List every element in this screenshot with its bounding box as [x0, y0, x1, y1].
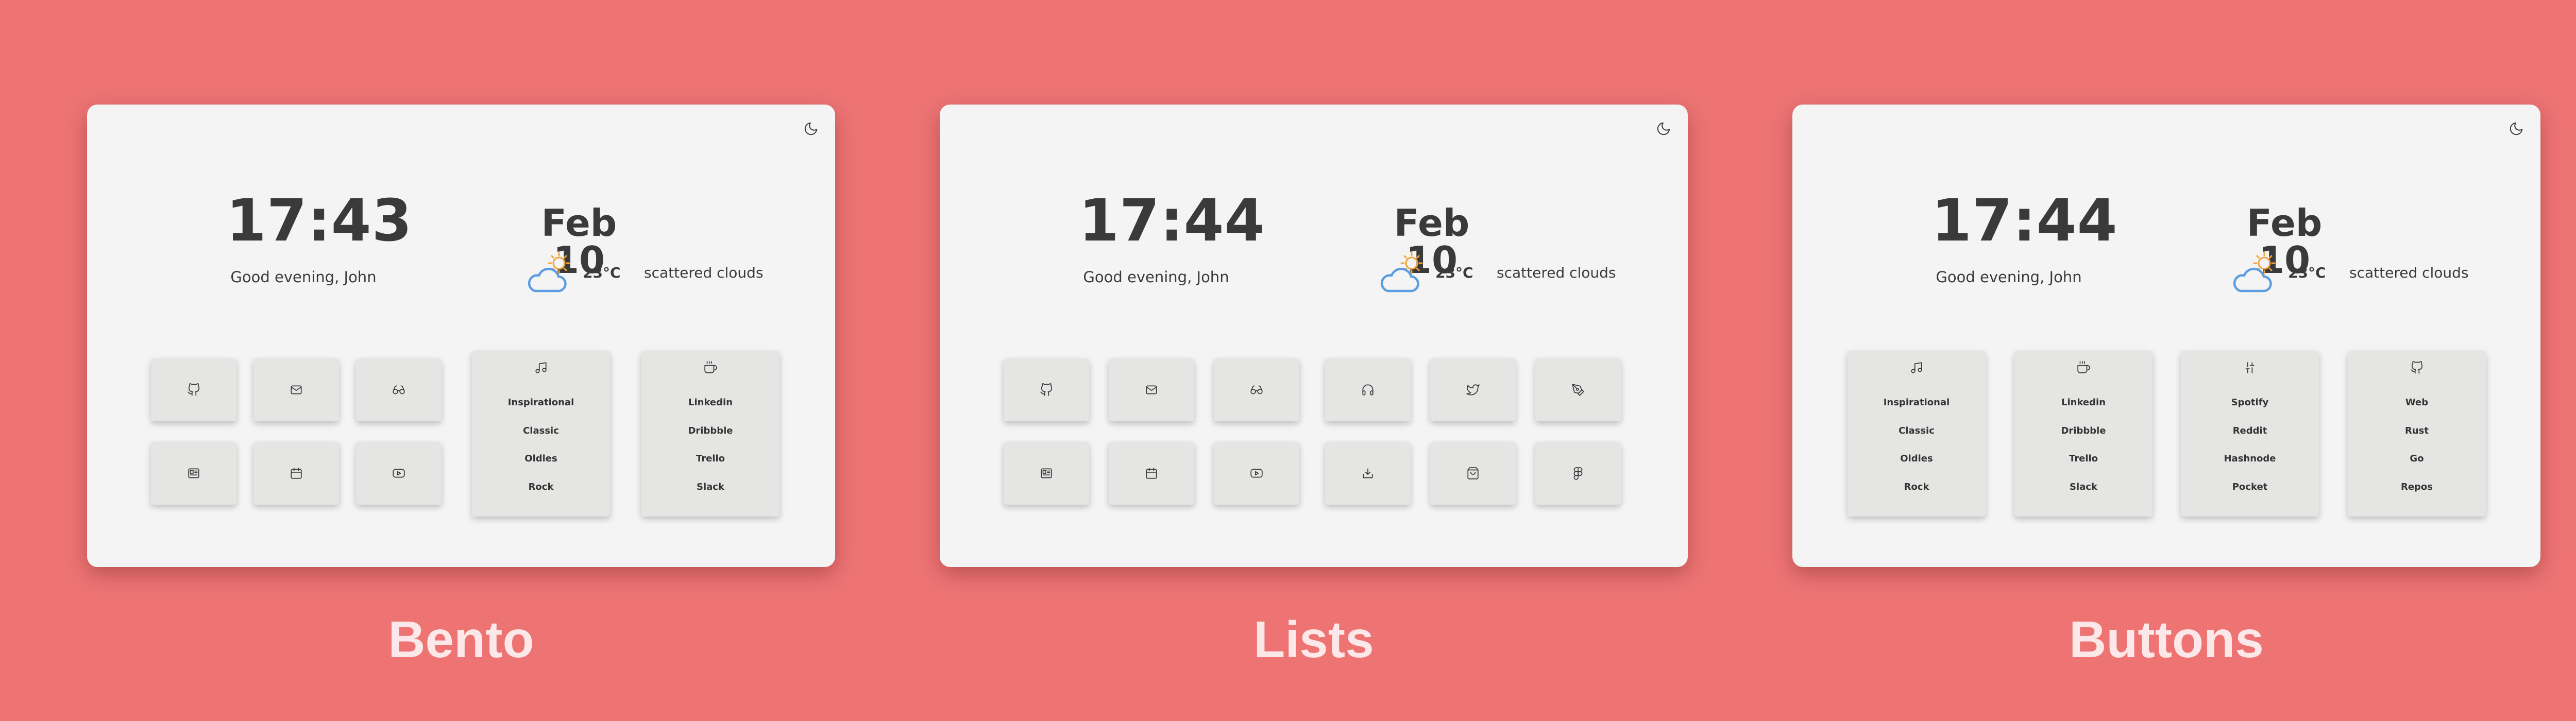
twitter-icon [1466, 383, 1480, 397]
github-icon [2410, 361, 2424, 374]
link-list-card-music: Inspirational Classic Oldies Rock [1848, 351, 1986, 517]
bookmark-button-mail[interactable] [1109, 358, 1194, 421]
list-link[interactable]: Classic [472, 425, 610, 436]
list-link[interactable]: Slack [641, 482, 779, 492]
list-link[interactable]: Reddit [2181, 425, 2319, 436]
mail-icon [1145, 383, 1158, 397]
list-link[interactable]: Dribbble [2014, 425, 2153, 436]
list-link[interactable]: Slack [2014, 482, 2153, 492]
greeting-text: Good evening, John [1083, 268, 1229, 286]
list-link[interactable]: Dribbble [641, 425, 779, 436]
youtube-icon [1250, 467, 1263, 480]
shopping-bag-icon [1466, 467, 1480, 480]
list-link[interactable]: Inspirational [1848, 397, 1986, 408]
bookmark-button-shopping-bag[interactable] [1430, 442, 1516, 505]
startpage-preview-lists: 17:44 Good evening, John Feb 10 23°C sca… [940, 105, 1688, 567]
bookmark-button-mail[interactable] [253, 358, 339, 421]
bookmark-button-calendar[interactable] [1109, 442, 1194, 505]
list-link[interactable]: Linkedin [2014, 397, 2153, 408]
clock-time: 17:43 [226, 187, 413, 254]
moon-icon[interactable] [803, 121, 819, 136]
coffee-icon [2077, 361, 2090, 374]
headphones-icon [1361, 383, 1375, 397]
sliders-icon [2243, 361, 2257, 374]
music-icon [1910, 361, 1923, 374]
list-link[interactable]: Linkedin [641, 397, 779, 408]
list-link[interactable]: Rock [1848, 482, 1986, 492]
github-icon [187, 383, 200, 397]
bookmark-button-headphones[interactable] [1325, 358, 1411, 421]
greeting-text: Good evening, John [1936, 268, 2082, 286]
partly-cloudy-icon [1378, 250, 1430, 297]
glasses-icon [392, 383, 405, 397]
list-link[interactable]: Hashnode [2181, 453, 2319, 464]
bookmark-button-figma[interactable] [1535, 442, 1621, 505]
link-list-card-music: Inspirational Classic Oldies Rock [472, 351, 610, 517]
bookmark-button-glasses[interactable] [1214, 358, 1299, 421]
variant-label: Lists [1253, 611, 1374, 668]
clock-time: 17:44 [1079, 187, 1265, 254]
bookmark-button-github[interactable] [1004, 358, 1089, 421]
weather-description: scattered clouds [2349, 264, 2469, 281]
bookmark-button-download-tray[interactable] [1325, 442, 1411, 505]
mail-icon [290, 383, 303, 397]
list-link[interactable]: Inspirational [472, 397, 610, 408]
link-list-card-coffee: Linkedin Dribbble Trello Slack [641, 351, 779, 517]
startpage-preview-bento: 17:43 Good evening, John Feb 10 23°C sca… [87, 105, 835, 567]
list-link[interactable]: Oldies [472, 453, 610, 464]
greeting-text: Good evening, John [230, 268, 377, 286]
moon-icon[interactable] [2509, 121, 2524, 136]
list-link[interactable]: Rock [472, 482, 610, 492]
list-link[interactable]: Pocket [2181, 482, 2319, 492]
pen-tool-icon [1571, 383, 1585, 397]
moon-icon[interactable] [1656, 121, 1671, 136]
bookmark-button-github[interactable] [151, 358, 236, 421]
weather-temperature: 23°C [583, 264, 621, 281]
calendar-icon [290, 467, 303, 480]
youtube-icon [392, 467, 405, 480]
link-list-card-sliders: Spotify Reddit Hashnode Pocket [2181, 351, 2319, 517]
weather-description: scattered clouds [644, 264, 764, 281]
weather-temperature: 23°C [2288, 264, 2326, 281]
github-icon [1040, 383, 1053, 397]
list-link[interactable]: Spotify [2181, 397, 2319, 408]
bookmark-button-newspaper[interactable] [1004, 442, 1089, 505]
music-icon [534, 361, 548, 374]
list-link[interactable]: Trello [641, 453, 779, 464]
bookmark-button-newspaper[interactable] [151, 442, 236, 505]
bookmark-button-pen-tool[interactable] [1535, 358, 1621, 421]
bookmark-button-calendar[interactable] [253, 442, 339, 505]
variant-label: Bento [388, 611, 534, 668]
clock-time: 17:44 [1931, 187, 2118, 254]
calendar-icon [1145, 467, 1158, 480]
list-link[interactable]: Web [2348, 397, 2486, 408]
bookmark-button-twitter[interactable] [1430, 358, 1516, 421]
list-link[interactable]: Repos [2348, 482, 2486, 492]
showcase-background: { "variants": [ { "label": "Bento", "the… [0, 0, 2576, 721]
glasses-icon [1250, 383, 1263, 397]
bookmark-button-youtube[interactable] [356, 442, 442, 505]
weather-temperature: 23°C [1435, 264, 1473, 281]
newspaper-icon [187, 467, 200, 480]
link-list-card-github: Web Rust Go Repos [2348, 351, 2486, 517]
coffee-icon [704, 361, 717, 374]
list-link[interactable]: Rust [2348, 425, 2486, 436]
list-link[interactable]: Classic [1848, 425, 1986, 436]
startpage-preview-buttons: 17:44 Good evening, John Feb 10 23°C sca… [1792, 105, 2540, 567]
bookmark-button-glasses[interactable] [356, 358, 442, 421]
variant-label: Buttons [2069, 611, 2264, 668]
download-tray-icon [1361, 467, 1375, 480]
newspaper-icon [1040, 467, 1053, 480]
figma-icon [1571, 467, 1585, 480]
list-link[interactable]: Trello [2014, 453, 2153, 464]
list-link[interactable]: Oldies [1848, 453, 1986, 464]
list-link[interactable]: Go [2348, 453, 2486, 464]
bookmark-button-youtube[interactable] [1214, 442, 1299, 505]
link-list-card-coffee: Linkedin Dribbble Trello Slack [2014, 351, 2153, 517]
weather-description: scattered clouds [1497, 264, 1616, 281]
partly-cloudy-icon [525, 250, 578, 297]
partly-cloudy-icon [2230, 250, 2283, 297]
